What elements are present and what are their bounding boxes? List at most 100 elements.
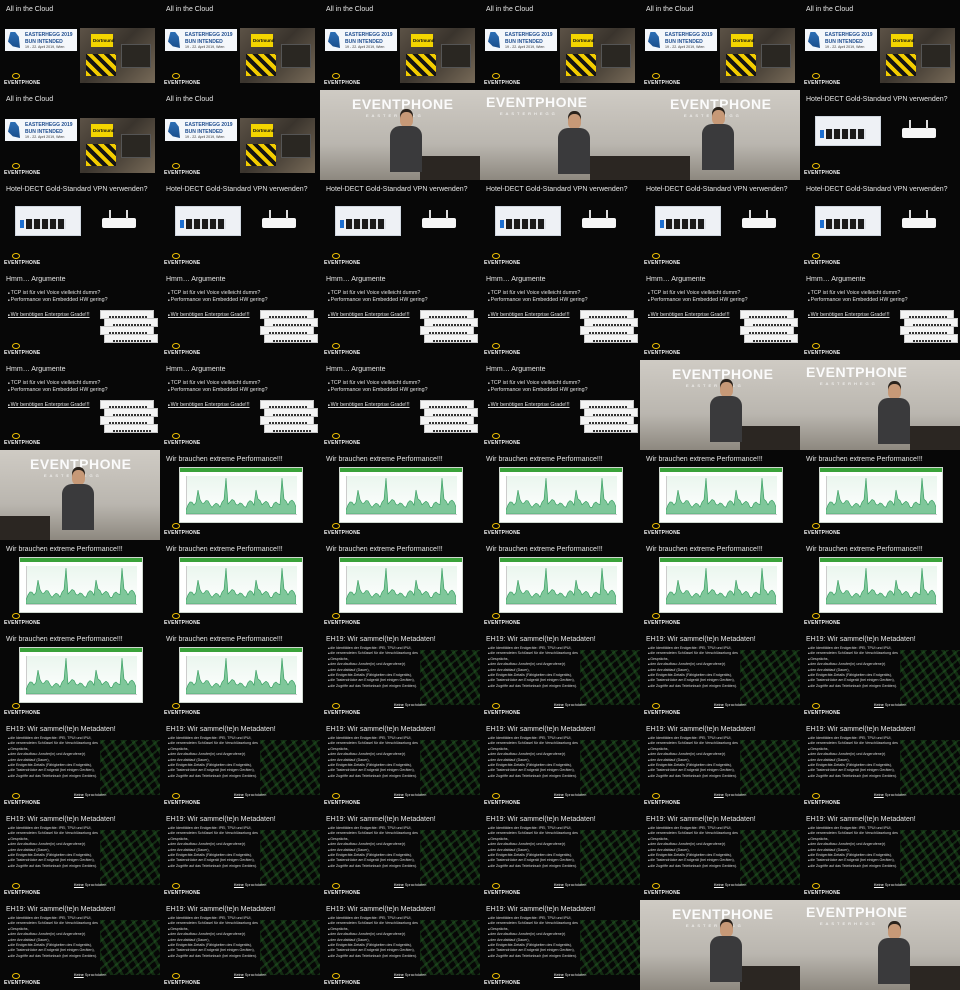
speaker-body	[62, 484, 94, 530]
thumbnail-stage[interactable]: EVENTPHONEEASTERHEGG	[640, 90, 800, 180]
slide-title: Hmm… Argumente	[166, 366, 226, 373]
server-stack-image	[580, 400, 638, 440]
traffic-sparkline	[186, 567, 296, 604]
thumbnail-dect[interactable]: Hotel-DECT Gold-Standard VPN verwenden? E…	[480, 180, 640, 270]
thumbnail-perf[interactable]: Wir brauchen extreme Performance!!! EVENT…	[800, 540, 960, 630]
thumbnail-cloud[interactable]: All in the Cloud EASTERHEGG 2019 BUN INTEN…	[160, 90, 320, 180]
thumbnail-hmm[interactable]: Hmm… Argumente TCP ist für viel Voice vie…	[640, 270, 800, 360]
green-matrix-background	[260, 740, 320, 795]
thumbnail-meta[interactable]: EH19: Wir sammel(te)n Metadaten! die Iden…	[160, 810, 320, 900]
thumbnail-dect[interactable]: Hotel-DECT Gold-Standard VPN verwenden? E…	[160, 180, 320, 270]
thumbnail-perf[interactable]: Wir brauchen extreme Performance!!! EVENT…	[320, 540, 480, 630]
thumbnail-dect[interactable]: Hotel-DECT Gold-Standard VPN verwenden? E…	[640, 180, 800, 270]
thumbnail-hmm[interactable]: Hmm… Argumente TCP ist für viel Voice vie…	[480, 270, 640, 360]
thumbnail-cloud[interactable]: All in the Cloud EASTERHEGG 2019 BUN INTEN…	[800, 0, 960, 90]
thumbnail-perf[interactable]: Wir brauchen extreme Performance!!! EVENT…	[160, 450, 320, 540]
thumbnail-perf[interactable]: Wir brauchen extreme Performance!!! EVENT…	[0, 630, 160, 720]
thumbnail-meta[interactable]: EH19: Wir sammel(te)n Metadaten! die Iden…	[480, 720, 640, 810]
thumbnail-cloud[interactable]: All in the Cloud EASTERHEGG 2019 BUN INTEN…	[320, 0, 480, 90]
slide-title: EH19: Wir sammel(te)n Metadaten!	[646, 726, 756, 733]
thumbnail-stage[interactable]: EVENTPHONEEASTERHEGG	[640, 900, 800, 990]
footnote-link: Keine	[394, 973, 404, 977]
thumbnail-meta[interactable]: EH19: Wir sammel(te)n Metadaten! die Iden…	[640, 810, 800, 900]
thumbnail-meta[interactable]: EH19: Wir sammel(te)n Metadaten! die Iden…	[0, 900, 160, 990]
thumbnail-stage[interactable]: EVENTPHONEEASTERHEGG	[480, 90, 640, 180]
thumbnail-perf[interactable]: Wir brauchen extreme Performance!!! EVENT…	[800, 450, 960, 540]
router-ports	[826, 129, 866, 139]
thumbnail-dect[interactable]: Hotel-DECT Gold-Standard VPN verwenden? E…	[800, 180, 960, 270]
thumbnail-meta[interactable]: EH19: Wir sammel(te)n Metadaten! die Iden…	[480, 630, 640, 720]
thumbnail-perf[interactable]: Wir brauchen extreme Performance!!! EVENT…	[480, 540, 640, 630]
metadata-item: den Anrufaufbau: Anrufer(in) und Angeruf…	[328, 842, 418, 847]
thumbnail-hmm[interactable]: Hmm… Argumente TCP ist für viel Voice vie…	[160, 360, 320, 450]
thumbnail-stage[interactable]: EVENTPHONEEASTERHEGG	[640, 360, 800, 450]
thumbnail-meta[interactable]: EH19: Wir sammel(te)n Metadaten! die Iden…	[480, 810, 640, 900]
thumbnail-perf[interactable]: Wir brauchen extreme Performance!!! EVENT…	[320, 450, 480, 540]
thumbnail-perf[interactable]: Wir brauchen extreme Performance!!! EVENT…	[160, 630, 320, 720]
thumbnail-cloud[interactable]: All in the Cloud EASTERHEGG 2019 BUN INTEN…	[0, 90, 160, 180]
thumbnail-meta[interactable]: EH19: Wir sammel(te)n Metadaten! die Iden…	[640, 630, 800, 720]
thumbnail-perf[interactable]: Wir brauchen extreme Performance!!! EVENT…	[0, 540, 160, 630]
logo-ring-icon	[12, 973, 20, 979]
logo-ring-icon	[492, 433, 500, 439]
thumbnail-hmm[interactable]: Hmm… Argumente TCP ist für viel Voice vie…	[480, 360, 640, 450]
thumbnail-hmm[interactable]: Hmm… Argumente TCP ist für viel Voice vie…	[320, 270, 480, 360]
server-unit	[744, 334, 798, 343]
thumbnail-stage[interactable]: EVENTPHONEEASTERHEGG	[800, 360, 960, 450]
logo-word: EVENTPHONE	[4, 260, 41, 266]
stage-brand: EVENTPHONE	[352, 96, 454, 112]
metadata-bullet-list: die Identitäten der Endgeräte: IPEI, TPU…	[168, 826, 258, 869]
thumbnail-stage[interactable]: EVENTPHONEEASTERHEGG	[0, 450, 160, 540]
logo-ring-icon	[492, 793, 500, 799]
thumbnail-cloud[interactable]: All in the Cloud EASTERHEGG 2019 BUN INTEN…	[0, 0, 160, 90]
warning-stripes	[246, 144, 276, 166]
slide-title: Hotel-DECT Gold-Standard VPN verwenden?	[806, 186, 948, 193]
thumbnail-cloud[interactable]: All in the Cloud EASTERHEGG 2019 BUN INTEN…	[640, 0, 800, 90]
thumbnail-meta[interactable]: EH19: Wir sammel(te)n Metadaten! die Iden…	[800, 810, 960, 900]
thumbnail-stage[interactable]: EVENTPHONEEASTERHEGG	[800, 900, 960, 990]
thumbnail-dect[interactable]: Hotel-DECT Gold-Standard VPN verwenden? E…	[800, 90, 960, 180]
bullet-item: TCP ist für viel Voice vielleicht dumm?	[168, 290, 268, 297]
thumbnail-hmm[interactable]: Hmm… Argumente TCP ist für viel Voice vie…	[160, 270, 320, 360]
thumbnail-perf[interactable]: Wir brauchen extreme Performance!!! EVENT…	[480, 450, 640, 540]
logo-ring-icon	[812, 73, 820, 79]
server-stack-image	[260, 310, 318, 350]
thumbnail-meta[interactable]: EH19: Wir sammel(te)n Metadaten! die Iden…	[0, 810, 160, 900]
thumbnail-meta[interactable]: EH19: Wir sammel(te)n Metadaten! die Iden…	[800, 630, 960, 720]
footnote-text: Sprachdaten	[244, 883, 267, 887]
logo-ring-icon	[172, 343, 180, 349]
metadata-item: die Zugriffe auf das Telefonbuch (bei ei…	[328, 954, 418, 959]
slide-title: Hmm… Argumente	[326, 366, 386, 373]
thumbnail-meta[interactable]: EH19: Wir sammel(te)n Metadaten! die Iden…	[640, 720, 800, 810]
logo-word: EVENTPHONE	[804, 170, 841, 176]
logo-ring-icon	[172, 433, 180, 439]
thumbnail-meta[interactable]: EH19: Wir sammel(te)n Metadaten! die Iden…	[320, 810, 480, 900]
thumbnail-cloud[interactable]: All in the Cloud EASTERHEGG 2019 BUN INTEN…	[160, 0, 320, 90]
speaker-body	[710, 396, 742, 442]
thumbnail-meta[interactable]: EH19: Wir sammel(te)n Metadaten! die Iden…	[160, 720, 320, 810]
thumbnail-hmm[interactable]: Hmm… Argumente TCP ist für viel Voice vie…	[0, 360, 160, 450]
thumbnail-meta[interactable]: EH19: Wir sammel(te)n Metadaten! die Iden…	[160, 900, 320, 990]
thumbnail-meta[interactable]: EH19: Wir sammel(te)n Metadaten! die Iden…	[320, 630, 480, 720]
thumbnail-hmm[interactable]: Hmm… Argumente TCP ist für viel Voice vie…	[0, 270, 160, 360]
thumbnail-meta[interactable]: EH19: Wir sammel(te)n Metadaten! die Iden…	[800, 720, 960, 810]
speaker-body	[390, 126, 422, 172]
thumbnail-meta[interactable]: EH19: Wir sammel(te)n Metadaten! die Iden…	[320, 900, 480, 990]
sign-label: Dortmund	[253, 38, 275, 43]
thumbnail-hmm[interactable]: Hmm… Argumente TCP ist für viel Voice vie…	[800, 270, 960, 360]
server-rack-photo: Dortmund	[240, 118, 315, 173]
footnote-link: Keine	[234, 883, 244, 887]
thumbnail-perf[interactable]: Wir brauchen extreme Performance!!! EVENT…	[640, 450, 800, 540]
thumbnail-hmm[interactable]: Hmm… Argumente TCP ist für viel Voice vie…	[320, 360, 480, 450]
thumbnail-meta[interactable]: EH19: Wir sammel(te)n Metadaten! die Iden…	[320, 720, 480, 810]
thumbnail-perf[interactable]: Wir brauchen extreme Performance!!! EVENT…	[640, 540, 800, 630]
rack-unit	[121, 44, 151, 68]
thumbnail-meta[interactable]: EH19: Wir sammel(te)n Metadaten! die Iden…	[0, 720, 160, 810]
thumbnail-dect[interactable]: Hotel-DECT Gold-Standard VPN verwenden? E…	[0, 180, 160, 270]
thumbnail-cloud[interactable]: All in the Cloud EASTERHEGG 2019 BUN INTEN…	[480, 0, 640, 90]
thumbnail-stage[interactable]: EVENTPHONEEASTERHEGG	[320, 90, 480, 180]
thumbnail-dect[interactable]: Hotel-DECT Gold-Standard VPN verwenden? E…	[320, 180, 480, 270]
thumbnail-perf[interactable]: Wir brauchen extreme Performance!!! EVENT…	[160, 540, 320, 630]
graph-header-bar	[500, 558, 622, 562]
thumbnail-meta[interactable]: EH19: Wir sammel(te)n Metadaten! die Iden…	[480, 900, 640, 990]
